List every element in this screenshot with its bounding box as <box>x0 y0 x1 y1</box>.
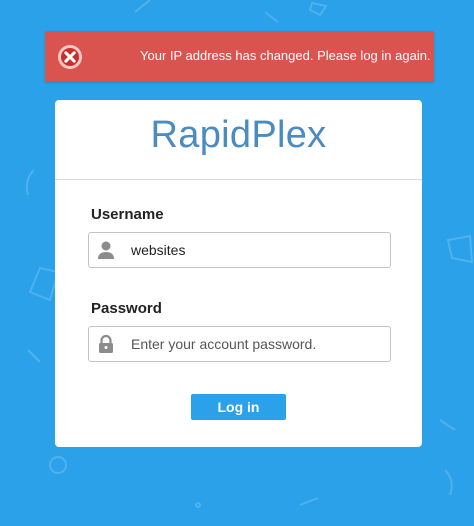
card-divider <box>55 179 422 180</box>
brand-logo: RapidPlex <box>150 114 327 156</box>
error-alert: Your IP address has changed. Please log … <box>45 31 434 82</box>
password-label: Password <box>91 300 162 317</box>
username-input[interactable] <box>131 233 381 267</box>
error-circle-icon <box>58 45 82 69</box>
lock-icon <box>99 334 113 353</box>
login-button[interactable]: Log in <box>191 394 286 420</box>
user-icon <box>98 241 114 259</box>
password-input[interactable] <box>131 327 381 361</box>
username-field[interactable] <box>88 232 391 268</box>
password-field[interactable] <box>88 326 391 362</box>
username-label: Username <box>91 206 164 223</box>
alert-message: Your IP address has changed. Please log … <box>140 48 431 63</box>
login-card: RapidPlex Username Password Log in <box>55 100 422 447</box>
